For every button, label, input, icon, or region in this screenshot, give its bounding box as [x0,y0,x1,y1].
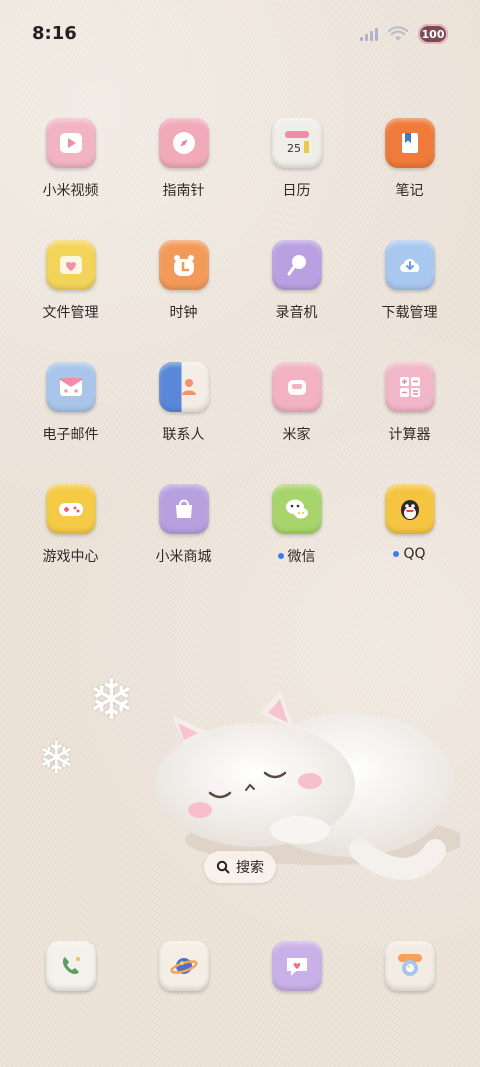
app-label: 指南针 [162,183,205,199]
dock-browser[interactable] [127,941,240,993]
cellular-signal-icon [360,27,378,41]
wechat-icon [271,484,322,534]
app-file-manager[interactable]: 文件管理 [14,240,127,331]
compass-icon [158,118,209,168]
app-label: 米家 [282,427,311,443]
browser-planet-icon [158,941,209,991]
battery-indicator: 100 [418,24,448,44]
app-label: QQ [403,546,426,562]
snowflake-icon: ❄ [38,733,75,784]
dock-camera[interactable] [353,941,466,993]
status-bar: 8:16 100 [0,0,480,68]
app-mi-home[interactable]: 米家 [240,362,353,453]
app-label: 日历 [282,183,311,199]
dock [14,941,466,993]
app-label: 电子邮件 [42,427,99,443]
app-mi-video[interactable]: 小米视频 [14,118,127,209]
app-recorder[interactable]: 录音机 [240,240,353,331]
sleeping-cat-illustration [155,690,460,880]
snowflake-icon: ❄ [88,668,135,733]
folder-icon [45,240,96,290]
video-icon [45,118,96,168]
unread-dot [277,553,284,559]
app-email[interactable]: 电子邮件 [14,362,127,453]
calculator-icon [384,362,435,412]
contacts-icon [158,362,209,412]
app-notes[interactable]: 笔记 [353,118,466,209]
status-time: 8:16 [32,23,77,44]
calendar-icon: 25 [271,118,322,168]
app-grid: 小米视频 指南针 25 日历 笔记 文件管理 时钟 录音机 下载管理 电子邮件 … [14,118,466,575]
app-download-manager[interactable]: 下载管理 [353,240,466,331]
app-qq[interactable]: QQ [353,484,466,575]
app-contacts[interactable]: 联系人 [127,362,240,453]
app-label: 文件管理 [42,305,99,321]
app-mi-store[interactable]: 小米商城 [127,484,240,575]
app-label: 小米视频 [42,183,99,199]
app-game-center[interactable]: 游戏中心 [14,484,127,575]
app-label: 录音机 [275,305,318,321]
clock-icon [158,240,209,290]
mail-icon [45,362,96,412]
search-label: 搜索 [236,860,264,876]
app-label: 小米商城 [155,549,212,565]
message-icon [271,941,322,991]
gamepad-icon [45,484,96,534]
svg-text:25: 25 [287,142,301,155]
qq-penguin-icon [384,484,435,534]
status-icons: 100 [360,24,448,44]
app-clock[interactable]: 时钟 [127,240,240,331]
search-icon [216,860,230,874]
app-label: 微信 [287,549,316,565]
download-icon [384,240,435,290]
wifi-icon [388,26,408,42]
app-label: 笔记 [395,183,424,199]
app-label: 时钟 [169,305,198,321]
dock-phone[interactable] [14,941,127,993]
app-calculator[interactable]: 计算器 [353,362,466,453]
app-wechat[interactable]: 微信 [240,484,353,575]
app-label: 下载管理 [381,305,438,321]
recorder-icon [271,240,322,290]
app-label: 游戏中心 [42,549,99,565]
app-label: 联系人 [162,427,205,443]
unread-dot [393,551,400,557]
phone-icon [45,941,96,991]
app-label: 计算器 [388,427,431,443]
dock-messages[interactable] [240,941,353,993]
search-button[interactable]: 搜索 [204,851,276,883]
notes-icon [384,118,435,168]
shopping-bag-icon [158,484,209,534]
home-icon [271,362,322,412]
camera-icon [384,941,435,991]
app-calendar[interactable]: 25 日历 [240,118,353,209]
app-compass[interactable]: 指南针 [127,118,240,209]
